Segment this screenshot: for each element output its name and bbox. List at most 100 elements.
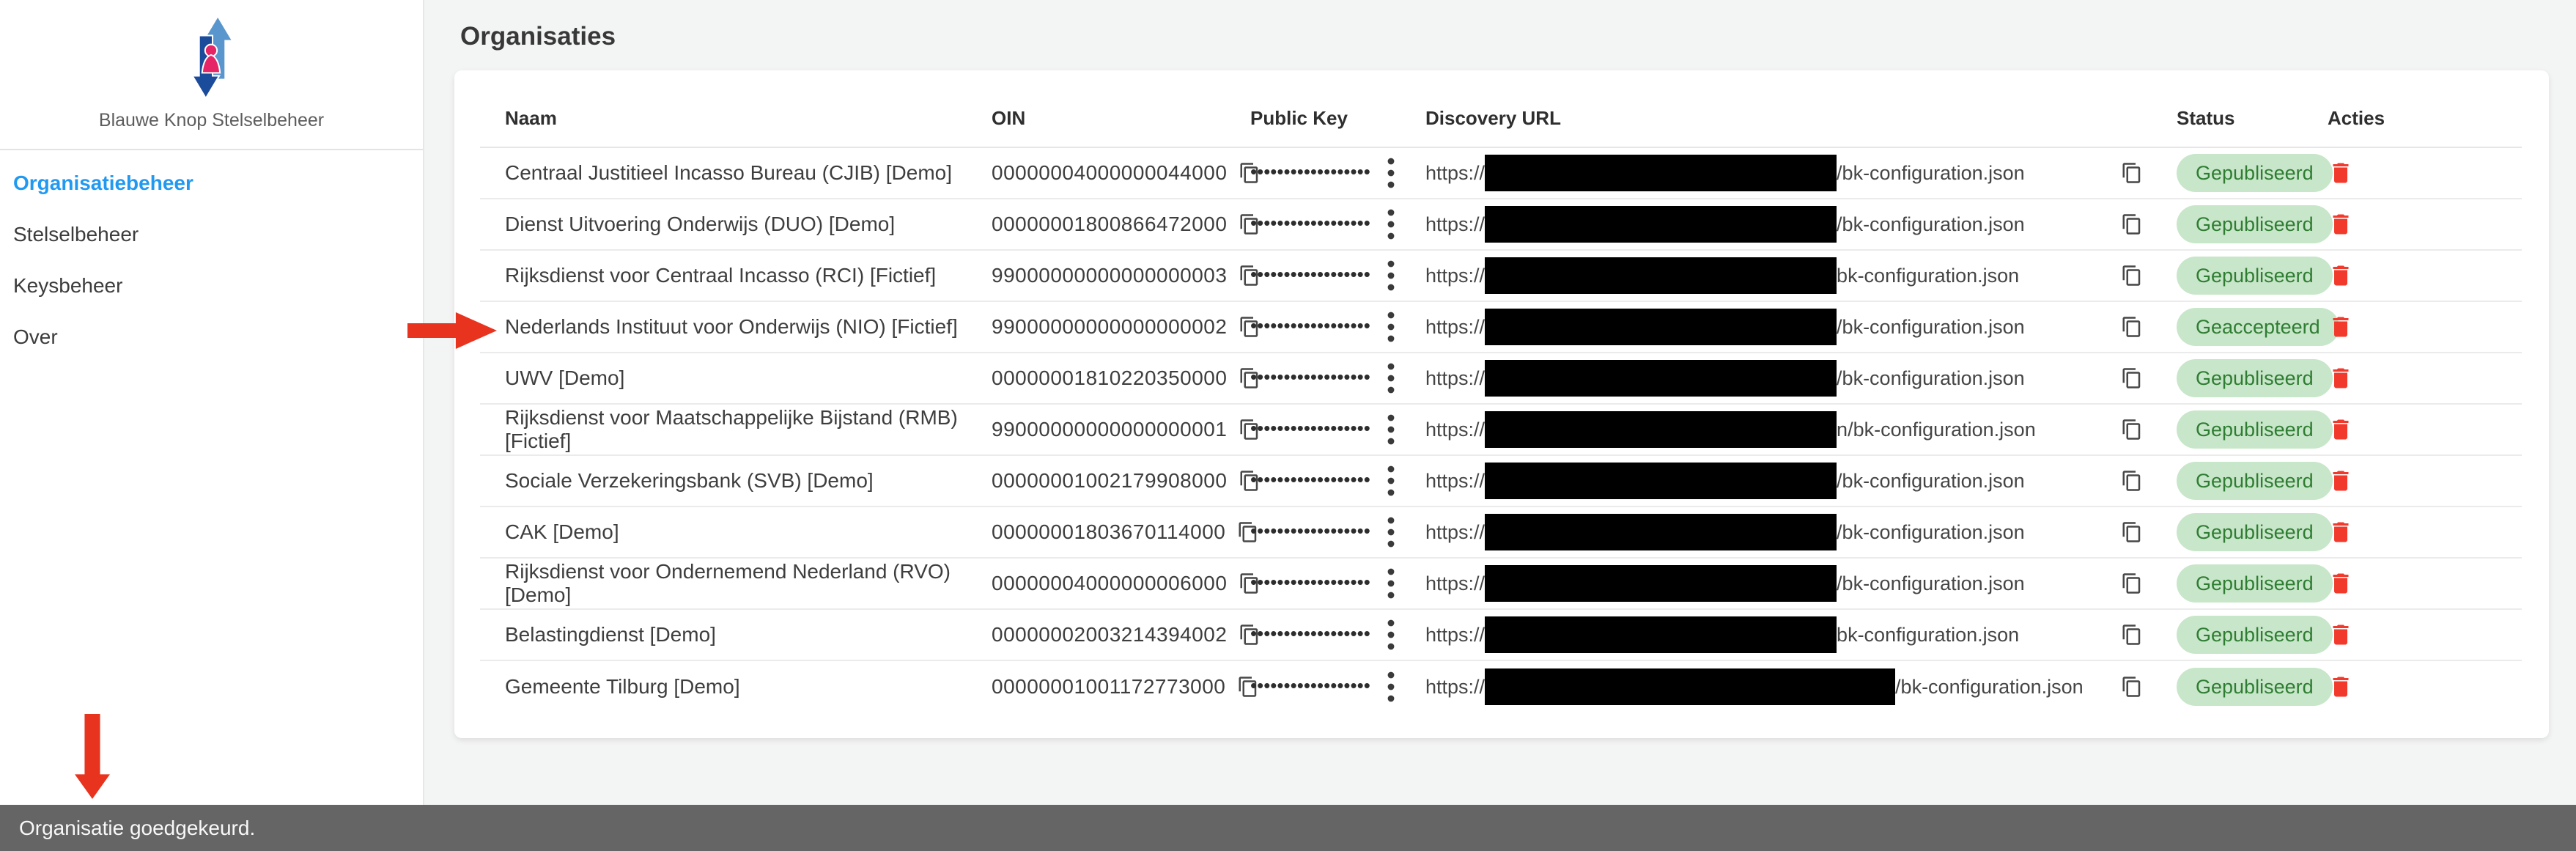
organisations-card: Naam OIN Public Key Discovery URL Status… — [454, 70, 2549, 738]
copy-url-icon[interactable] — [2121, 265, 2143, 287]
cell-discovery-url: https:// /bk-configuration.json — [1400, 668, 2152, 705]
cell-status: Gepubliseerd — [2152, 154, 2303, 192]
copy-url-icon[interactable] — [2121, 419, 2143, 441]
oin-value: 99000000000000000003 — [992, 264, 1227, 287]
org-name: Rijksdienst voor Ondernemend Nederland (… — [505, 560, 967, 607]
cell-oin: 00000002003214394002 — [967, 623, 1225, 646]
table-row: Belastingdienst [Demo] 00000002003214394… — [480, 610, 2522, 661]
kebab-menu-icon[interactable] — [1386, 670, 1396, 704]
table-row: UWV [Demo] 00000001810220350000 ••••••••… — [480, 353, 2522, 405]
cell-public-key: •••••••••••••••••• — [1225, 361, 1400, 395]
trash-icon[interactable] — [2328, 210, 2354, 239]
cell-acties — [2303, 364, 2522, 393]
sidebar: Blauwe Knop Stelselbeheer Organisatiebeh… — [0, 0, 424, 805]
kebab-menu-icon[interactable] — [1386, 259, 1396, 292]
url-redaction-box — [1485, 565, 1837, 602]
masked-public-key: •••••••••••••••••• — [1250, 316, 1370, 335]
url-prefix: https:// — [1425, 419, 1485, 441]
kebab-menu-icon[interactable] — [1386, 413, 1396, 446]
copy-url-icon[interactable] — [2121, 213, 2143, 235]
sidebar-nav-item-label: Organisatiebeheer — [13, 172, 193, 195]
kebab-menu-icon[interactable] — [1386, 310, 1396, 344]
oin-value: 00000001002179908000 — [992, 469, 1227, 493]
masked-public-key: •••••••••••••••••• — [1250, 624, 1370, 643]
sidebar-nav-item[interactable]: Over — [0, 312, 423, 363]
trash-icon[interactable] — [2328, 364, 2354, 393]
oin-value: 00000002003214394002 — [992, 623, 1227, 646]
kebab-menu-icon[interactable] — [1386, 618, 1396, 652]
kebab-menu-icon[interactable] — [1386, 515, 1396, 549]
main-content: Organisaties Naam OIN Public Key Discove… — [424, 0, 2576, 851]
cell-public-key: •••••••••••••••••• — [1225, 207, 1400, 241]
cell-acties — [2303, 210, 2522, 239]
kebab-menu-icon[interactable] — [1386, 207, 1396, 241]
kebab-menu-icon[interactable] — [1386, 361, 1396, 395]
cell-status: Gepubliseerd — [2152, 359, 2303, 397]
cell-status: Gepubliseerd — [2152, 257, 2303, 295]
trash-icon[interactable] — [2328, 569, 2354, 598]
copy-url-icon[interactable] — [2121, 624, 2143, 646]
copy-url-icon[interactable] — [2121, 316, 2143, 338]
cell-oin: 00000001002179908000 — [967, 469, 1225, 493]
url-suffix: /bk-configuration.json — [1837, 367, 2025, 390]
copy-url-icon[interactable] — [2121, 367, 2143, 389]
page-title: Organisaties — [460, 22, 2549, 51]
app-title: Blauwe Knop Stelselbeheer — [99, 110, 324, 131]
trash-icon[interactable] — [2328, 517, 2354, 547]
sidebar-nav: Organisatiebeheer Stelselbeheer Keysbehe… — [0, 150, 423, 363]
url-suffix: /bk-configuration.json — [1837, 316, 2025, 339]
masked-public-key: •••••••••••••••••• — [1250, 521, 1370, 540]
cell-status: Gepubliseerd — [2152, 205, 2303, 243]
url-redaction-box — [1485, 206, 1837, 243]
copy-url-icon[interactable] — [2121, 676, 2143, 698]
copy-url-icon[interactable] — [2121, 521, 2143, 543]
cell-discovery-url: https:// n/bk-configuration.json — [1400, 411, 2152, 448]
oin-value: 00000001800866472000 — [992, 213, 1227, 236]
org-name: Nederlands Instituut voor Onderwijs (NIO… — [505, 315, 958, 339]
cell-acties — [2303, 569, 2522, 598]
trash-icon[interactable] — [2328, 158, 2354, 188]
cell-acties — [2303, 672, 2522, 701]
masked-public-key: •••••••••••••••••• — [1250, 470, 1370, 489]
masked-public-key: •••••••••••••••••• — [1250, 213, 1370, 232]
cell-public-key: •••••••••••••••••• — [1225, 413, 1400, 446]
sidebar-nav-item-label: Stelselbeheer — [13, 223, 139, 246]
trash-icon[interactable] — [2328, 312, 2354, 342]
sidebar-nav-item-label: Keysbeheer — [13, 274, 122, 298]
url-redaction-box — [1485, 514, 1837, 550]
copy-url-icon[interactable] — [2121, 162, 2143, 184]
copy-url-icon[interactable] — [2121, 470, 2143, 492]
cell-public-key: •••••••••••••••••• — [1225, 156, 1400, 190]
oin-value: 00000004000000006000 — [992, 572, 1227, 595]
cell-public-key: •••••••••••••••••• — [1225, 259, 1400, 292]
url-prefix: https:// — [1425, 162, 1485, 185]
org-name: Rijksdienst voor Centraal Incasso (RCI) … — [505, 264, 936, 287]
trash-icon[interactable] — [2328, 415, 2354, 444]
cell-public-key: •••••••••••••••••• — [1225, 464, 1400, 498]
cell-status: Gepubliseerd — [2152, 513, 2303, 551]
oin-value: 99000000000000000002 — [992, 315, 1227, 339]
cell-discovery-url: https:// /bk-configuration.json — [1400, 155, 2152, 191]
trash-icon[interactable] — [2328, 261, 2354, 290]
trash-icon[interactable] — [2328, 672, 2354, 701]
trash-icon[interactable] — [2328, 466, 2354, 496]
trash-icon[interactable] — [2328, 620, 2354, 649]
copy-url-icon[interactable] — [2121, 572, 2143, 594]
url-prefix: https:// — [1425, 572, 1485, 595]
sidebar-nav-item[interactable]: Organisatiebeheer — [0, 158, 423, 209]
table-header-row: Naam OIN Public Key Discovery URL Status… — [480, 89, 2522, 148]
cell-oin: 00000001001172773000 — [967, 675, 1225, 699]
sidebar-nav-item[interactable]: Keysbeheer — [0, 260, 423, 312]
app-logo: Blauwe Knop Stelselbeheer — [0, 0, 423, 131]
cell-acties — [2303, 261, 2522, 290]
cell-discovery-url: https:// bk-configuration.json — [1400, 616, 2152, 653]
kebab-menu-icon[interactable] — [1386, 156, 1396, 190]
url-suffix: /bk-configuration.json — [1837, 213, 2025, 236]
sidebar-nav-item[interactable]: Stelselbeheer — [0, 209, 423, 260]
cell-oin: 99000000000000000002 — [967, 315, 1225, 339]
cell-discovery-url: https:// /bk-configuration.json — [1400, 206, 2152, 243]
kebab-menu-icon[interactable] — [1386, 567, 1396, 600]
kebab-menu-icon[interactable] — [1386, 464, 1396, 498]
oin-value: 00000001810220350000 — [992, 366, 1227, 390]
cell-naam: Centraal Justitieel Incasso Bureau (CJIB… — [480, 161, 967, 185]
